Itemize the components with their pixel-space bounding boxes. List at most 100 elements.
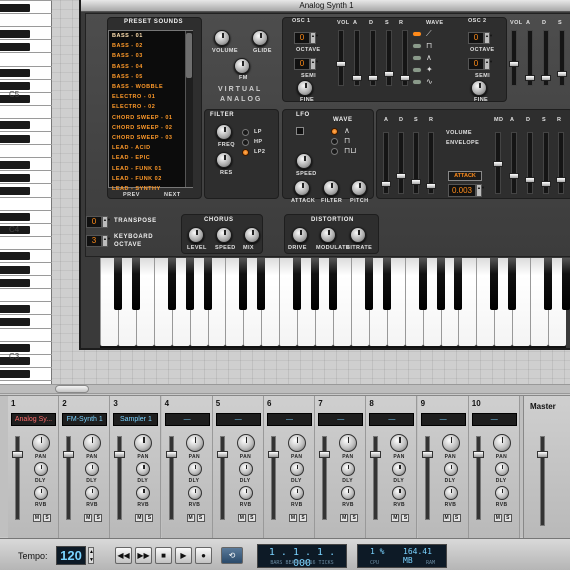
channel-name[interactable]: Analog Sy... xyxy=(11,413,56,426)
fader-cap[interactable] xyxy=(336,61,346,67)
fm-knob[interactable] xyxy=(234,58,250,74)
channel-name[interactable]: — xyxy=(369,413,415,426)
osc1-r-fader[interactable] xyxy=(400,30,410,86)
rewind-button[interactable]: ◀◀ xyxy=(115,547,132,564)
envelope-attack-value[interactable]: 0.003 xyxy=(448,184,476,197)
black-key[interactable] xyxy=(436,258,445,310)
pan-knob[interactable] xyxy=(185,434,204,452)
roll-black-key[interactable] xyxy=(0,134,30,143)
pan-knob[interactable] xyxy=(83,434,102,452)
fader-cap[interactable] xyxy=(557,71,567,77)
channel-name[interactable]: — xyxy=(267,413,312,426)
wave-select-button[interactable] xyxy=(412,55,422,61)
roll-black-key[interactable] xyxy=(0,121,30,130)
mute-button[interactable]: M xyxy=(33,514,41,522)
synth-keyboard[interactable] xyxy=(100,258,570,348)
osc2-vol-fader[interactable] xyxy=(509,30,519,86)
fader-cap[interactable] xyxy=(352,75,362,81)
mute-button[interactable]: M xyxy=(186,514,195,522)
preset-item[interactable]: BASS - 03 xyxy=(112,53,143,59)
piano-roll-keys[interactable]: C5 C4 C3 xyxy=(0,0,52,384)
fader-cap[interactable] xyxy=(537,451,548,458)
solo-button[interactable]: S xyxy=(247,514,256,522)
channel-name[interactable]: — xyxy=(215,413,261,426)
fader-cap[interactable] xyxy=(541,181,551,187)
mute-button[interactable]: M xyxy=(340,514,349,522)
black-key[interactable] xyxy=(508,258,517,310)
channel-volume-fader[interactable] xyxy=(421,436,433,520)
delay-knob[interactable] xyxy=(34,462,48,476)
mute-button[interactable]: M xyxy=(237,514,246,522)
roll-black-key[interactable] xyxy=(0,69,30,78)
black-key[interactable] xyxy=(131,258,140,310)
black-key[interactable] xyxy=(203,258,212,310)
reverb-knob[interactable] xyxy=(34,486,48,500)
channel-volume-fader[interactable] xyxy=(370,436,382,520)
preset-item[interactable]: BASS - 01 xyxy=(112,33,143,39)
solo-button[interactable]: S xyxy=(401,514,410,522)
solo-button[interactable]: S xyxy=(196,514,205,522)
env-right-fader[interactable] xyxy=(493,132,503,194)
solo-button[interactable]: S xyxy=(503,514,512,522)
roll-black-key[interactable] xyxy=(0,82,30,91)
fader-cap[interactable] xyxy=(319,451,331,458)
black-key[interactable] xyxy=(239,258,248,310)
roll-black-key[interactable] xyxy=(0,186,30,195)
envelope-attack-button[interactable]: ATTACK xyxy=(448,171,482,181)
black-key[interactable] xyxy=(293,258,302,310)
transpose-value[interactable]: 0 xyxy=(86,216,102,228)
mute-button[interactable]: M xyxy=(135,514,144,522)
black-key[interactable] xyxy=(329,258,337,310)
wave-select-button[interactable] xyxy=(412,43,422,49)
preset-item[interactable]: BASS - 05 xyxy=(112,74,143,80)
wave-select-button[interactable] xyxy=(412,67,422,73)
filter-res-knob[interactable] xyxy=(216,152,232,168)
osc1-d-fader[interactable] xyxy=(368,30,378,86)
env-left-fader[interactable] xyxy=(411,132,421,194)
pan-knob[interactable] xyxy=(390,434,409,452)
transpose-stepper[interactable]: ▲▼ xyxy=(102,216,111,228)
envelope-attack-stepper[interactable]: ▲▼ xyxy=(476,184,485,197)
pan-knob[interactable] xyxy=(492,434,511,452)
solo-button[interactable]: S xyxy=(299,514,307,522)
channel-volume-fader[interactable] xyxy=(63,436,75,520)
roll-black-key[interactable] xyxy=(0,29,30,38)
filter-freq-knob[interactable] xyxy=(216,124,232,140)
scrollbar-thumb[interactable] xyxy=(55,385,89,393)
roll-black-key[interactable] xyxy=(0,3,30,12)
black-key[interactable] xyxy=(562,258,570,310)
osc2-semi-stepper[interactable]: ▲▼ xyxy=(484,58,493,70)
preset-item[interactable]: BASS - 02 xyxy=(112,43,143,49)
reverb-knob[interactable] xyxy=(290,486,304,500)
pan-knob[interactable] xyxy=(339,434,358,452)
roll-black-key[interactable] xyxy=(0,304,30,313)
black-key[interactable] xyxy=(454,258,463,310)
tempo-value[interactable]: 120 xyxy=(56,546,86,565)
osc1-semi-stepper[interactable]: ▲▼ xyxy=(310,58,319,70)
osc2-semi-value[interactable]: 0 xyxy=(468,58,484,70)
fader-cap[interactable] xyxy=(400,75,410,81)
play-button[interactable]: ▶ xyxy=(175,547,192,564)
fader-cap[interactable] xyxy=(165,451,177,458)
fader-cap[interactable] xyxy=(421,451,433,458)
lfo-wave-radio[interactable] xyxy=(331,128,338,135)
pan-knob[interactable] xyxy=(288,434,306,452)
osc2-d-fader[interactable] xyxy=(541,30,551,86)
roll-black-key[interactable] xyxy=(0,173,30,182)
solo-button[interactable]: S xyxy=(350,514,359,522)
mute-button[interactable]: M xyxy=(493,514,502,522)
osc1-octave-value[interactable]: 0 xyxy=(294,32,310,44)
record-button[interactable]: ● xyxy=(195,547,212,564)
channel-volume-fader[interactable] xyxy=(268,436,279,520)
glide-knob[interactable] xyxy=(252,30,268,46)
delay-knob[interactable] xyxy=(136,462,151,476)
preset-item[interactable]: LEAD - EPIC xyxy=(112,155,150,161)
channel-volume-fader[interactable] xyxy=(165,436,177,520)
env-left-fader[interactable] xyxy=(381,132,391,194)
preset-list[interactable]: BASS - 01 BASS - 02 BASS - 03 BASS - 04 BASS… xyxy=(108,30,193,192)
wave-select-button[interactable] xyxy=(412,79,422,85)
fader-cap[interactable] xyxy=(12,451,23,458)
reverb-knob[interactable] xyxy=(341,486,356,500)
delay-knob[interactable] xyxy=(494,462,509,476)
preset-item[interactable]: LEAD - FUNK 01 xyxy=(112,166,162,172)
